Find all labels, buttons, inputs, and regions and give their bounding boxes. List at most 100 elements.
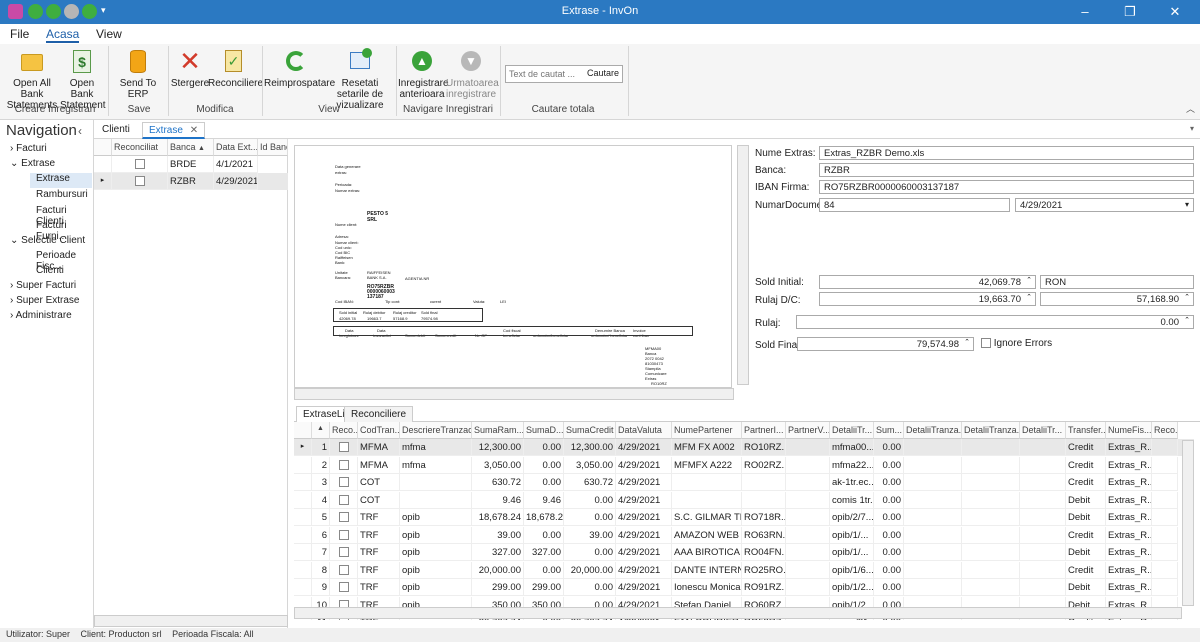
table-row[interactable]: 3 COT 630.72 0.00 630.72 4/29/2021 ak-1tr.ec..… [294, 474, 1194, 491]
grid-cell: MFMA [358, 456, 400, 474]
rulaj-debit-field[interactable]: 19,663.70 ⌃ [819, 292, 1036, 306]
nav-perioade-fiscale[interactable]: Perioade Fisc... [36, 250, 93, 272]
column-header[interactable]: NumePartener [672, 422, 742, 439]
data-document-field[interactable]: 4/29/2021 ▾ [1015, 198, 1194, 212]
column-header[interactable]: NumeFis... [1106, 422, 1152, 439]
reconciliat-checkbox[interactable] [338, 564, 349, 575]
send-erp-button[interactable]: Send To ERP [112, 48, 164, 100]
column-header[interactable]: SumaRam... [472, 422, 524, 439]
minimize-icon[interactable]: – [1070, 2, 1100, 22]
sold-final-field[interactable]: 79,574.98 ⌃ [797, 337, 974, 351]
nav-extrase[interactable]: Extrase [30, 173, 92, 188]
column-header[interactable]: DetaliiTr... [830, 422, 874, 439]
table-row[interactable]: 6 TRF opib 39.00 0.00 39.00 4/29/2021 AMAZON WE… [294, 526, 1194, 544]
table-row[interactable]: BRDE 4/1/2021 [94, 156, 288, 173]
column-header[interactable]: CodTran... [358, 422, 400, 439]
horizontal-scrollbar[interactable] [94, 615, 288, 627]
reconciliat-checkbox[interactable] [134, 176, 145, 187]
close-icon[interactable]: ✕ [1160, 2, 1190, 22]
preview-vertical-scrollbar[interactable] [737, 145, 749, 385]
col-id-banca[interactable]: Id Banca [258, 139, 288, 156]
search-input[interactable] [506, 66, 586, 82]
column-header[interactable]: Sum... [874, 422, 904, 439]
nav-clienti[interactable]: Clienti [36, 265, 64, 280]
collapse-ribbon-icon[interactable]: ︿ [1186, 102, 1195, 115]
col-data-extras[interactable]: Data Ext... [214, 139, 258, 156]
menu-view[interactable]: View [96, 27, 122, 41]
grid-cell: mfma00... [830, 439, 874, 456]
cautare-button[interactable]: Cautare [587, 68, 619, 78]
column-header[interactable]: DetaliiTranza... [962, 422, 1020, 439]
col-banca[interactable]: Banca ▲ [168, 139, 214, 156]
table-row[interactable]: 2 MFMA mfma 3,050.00 0.00 3,050.00 4/29/2021 MF… [294, 456, 1194, 474]
rulaj-field[interactable]: 0.00 ⌃ [796, 315, 1194, 329]
numar-document-field[interactable]: 84 [819, 198, 1010, 212]
column-header[interactable]: DescriereTranzactie [400, 422, 472, 439]
lines-vertical-scrollbar[interactable] [1182, 440, 1194, 606]
close-tab-icon[interactable]: ✕ [190, 125, 198, 136]
tabs-dropdown-icon[interactable]: ▾ [1190, 124, 1194, 133]
reconciliat-checkbox[interactable] [338, 459, 349, 470]
nav-administrare[interactable]: › Administrare [10, 310, 72, 325]
inregistrare-anterioara-button[interactable]: ▲ Inregistrare anterioara [398, 48, 449, 100]
column-header[interactable]: Transfer... [1066, 422, 1106, 439]
reimprospatare-button[interactable]: Reimprospatare [264, 48, 335, 89]
reconciliat-checkbox[interactable] [338, 477, 349, 488]
column-header[interactable]: DataValuta [616, 422, 672, 439]
table-row[interactable]: 8 TRF opib 20,000.00 0.00 20,000.00 4/29/2021 D… [294, 561, 1194, 579]
nav-facturi-clienti[interactable]: Facturi Clienti [36, 205, 93, 227]
menu-file[interactable]: File [10, 27, 29, 41]
open-bank-button[interactable]: $ Open Bank Statement [60, 48, 106, 111]
reconciliat-checkbox[interactable] [338, 512, 349, 523]
urmatoarea-button[interactable]: ▼ Urmatoarea inregistrare [446, 48, 499, 100]
reconciliat-checkbox[interactable] [338, 582, 349, 593]
reconciliere-button[interactable]: ✓ Reconciliere [208, 48, 263, 89]
table-row[interactable]: 5TRFopib18,678.2418,678.240.004/29/2021S… [294, 509, 1194, 526]
nav-facturi[interactable]: › Facturi [10, 143, 47, 158]
nav-super-facturi[interactable]: › Super Facturi [10, 280, 76, 295]
resetati-button[interactable]: Resetati setarile de vizualizare [328, 48, 392, 111]
ignore-errors-checkbox[interactable]: Ignore Errors [981, 338, 1052, 349]
moneda-field[interactable]: RON [1040, 275, 1194, 289]
column-header[interactable]: SumaCredit [564, 422, 616, 439]
sold-initial-field[interactable]: 42,069.78 ⌃ [819, 275, 1036, 289]
nav-selectie-client[interactable]: ⌄ Selectie Client [10, 235, 85, 250]
iban-field[interactable]: RO75RZBR0000060003137187 [819, 180, 1194, 194]
rulaj-credit-field[interactable]: 57,168.90 ⌃ [1040, 292, 1194, 306]
reconciliat-checkbox[interactable] [338, 547, 349, 558]
column-header[interactable]: DetaliiTr... [1020, 422, 1066, 439]
menu-acasa[interactable]: Acasa [46, 27, 80, 43]
open-all-button[interactable]: Open All Bank Statements [4, 48, 60, 111]
banca-field[interactable]: RZBR [819, 163, 1194, 177]
column-header[interactable]: PartnerI... [742, 422, 786, 439]
reconciliat-checkbox[interactable] [338, 442, 349, 453]
lines-horizontal-scrollbar[interactable] [294, 607, 1182, 619]
col-reconciliat[interactable]: Reconciliat [112, 139, 168, 156]
column-header[interactable]: PartnerV... [786, 422, 830, 439]
table-row[interactable]: 9 TRF opib 299.00 299.00 0.00 4/29/2021 Ionescu… [294, 579, 1194, 596]
reconciliat-checkbox[interactable] [338, 529, 349, 540]
restore-icon[interactable]: ❐ [1115, 2, 1145, 22]
tab-clienti[interactable]: Clienti [96, 122, 136, 139]
column-header[interactable]: SumaD... [524, 422, 564, 439]
stergere-button[interactable]: ✕ Stergere [170, 48, 210, 89]
tab-extrase[interactable]: Extrase ✕ [142, 122, 206, 139]
tab-reconciliere[interactable]: Reconciliere [344, 406, 414, 423]
table-row[interactable]: 7 TRF opib 327.00 327.00 0.00 4/29/2021 AAA BIR… [294, 544, 1194, 561]
column-header[interactable]: Reco... [1152, 422, 1178, 439]
nav-super-extrase[interactable]: › Super Extrase [10, 295, 80, 310]
nav-rambursuri[interactable]: Rambursuri [36, 189, 88, 204]
reconciliat-checkbox[interactable] [338, 494, 349, 505]
column-header[interactable]: DetaliiTranza... [904, 422, 962, 439]
table-row[interactable]: ▸ RZBR 4/29/2021 [94, 173, 288, 190]
table-row[interactable]: ▸ 1 MFMA mfma 12,300.00 0.00 12,300.00 4/29/202… [294, 439, 1194, 456]
table-row[interactable]: 4 COT 9.46 9.46 0.00 4/29/2021 comis 1tr... 0.0… [294, 491, 1194, 509]
nav-extrase-group[interactable]: ⌄ Extrase [10, 158, 55, 173]
reconciliat-checkbox[interactable] [134, 159, 145, 170]
collapse-nav-icon[interactable]: ‹ [78, 124, 82, 138]
column-header[interactable]: Reco... [330, 422, 358, 439]
grid-cell: Ionescu Monica [672, 579, 742, 596]
nume-extras-field[interactable]: Extras_RZBR Demo.xls [819, 146, 1194, 160]
nav-facturi-furnizori[interactable]: Facturi Furni... [36, 220, 93, 242]
preview-horizontal-scrollbar[interactable] [294, 388, 734, 400]
